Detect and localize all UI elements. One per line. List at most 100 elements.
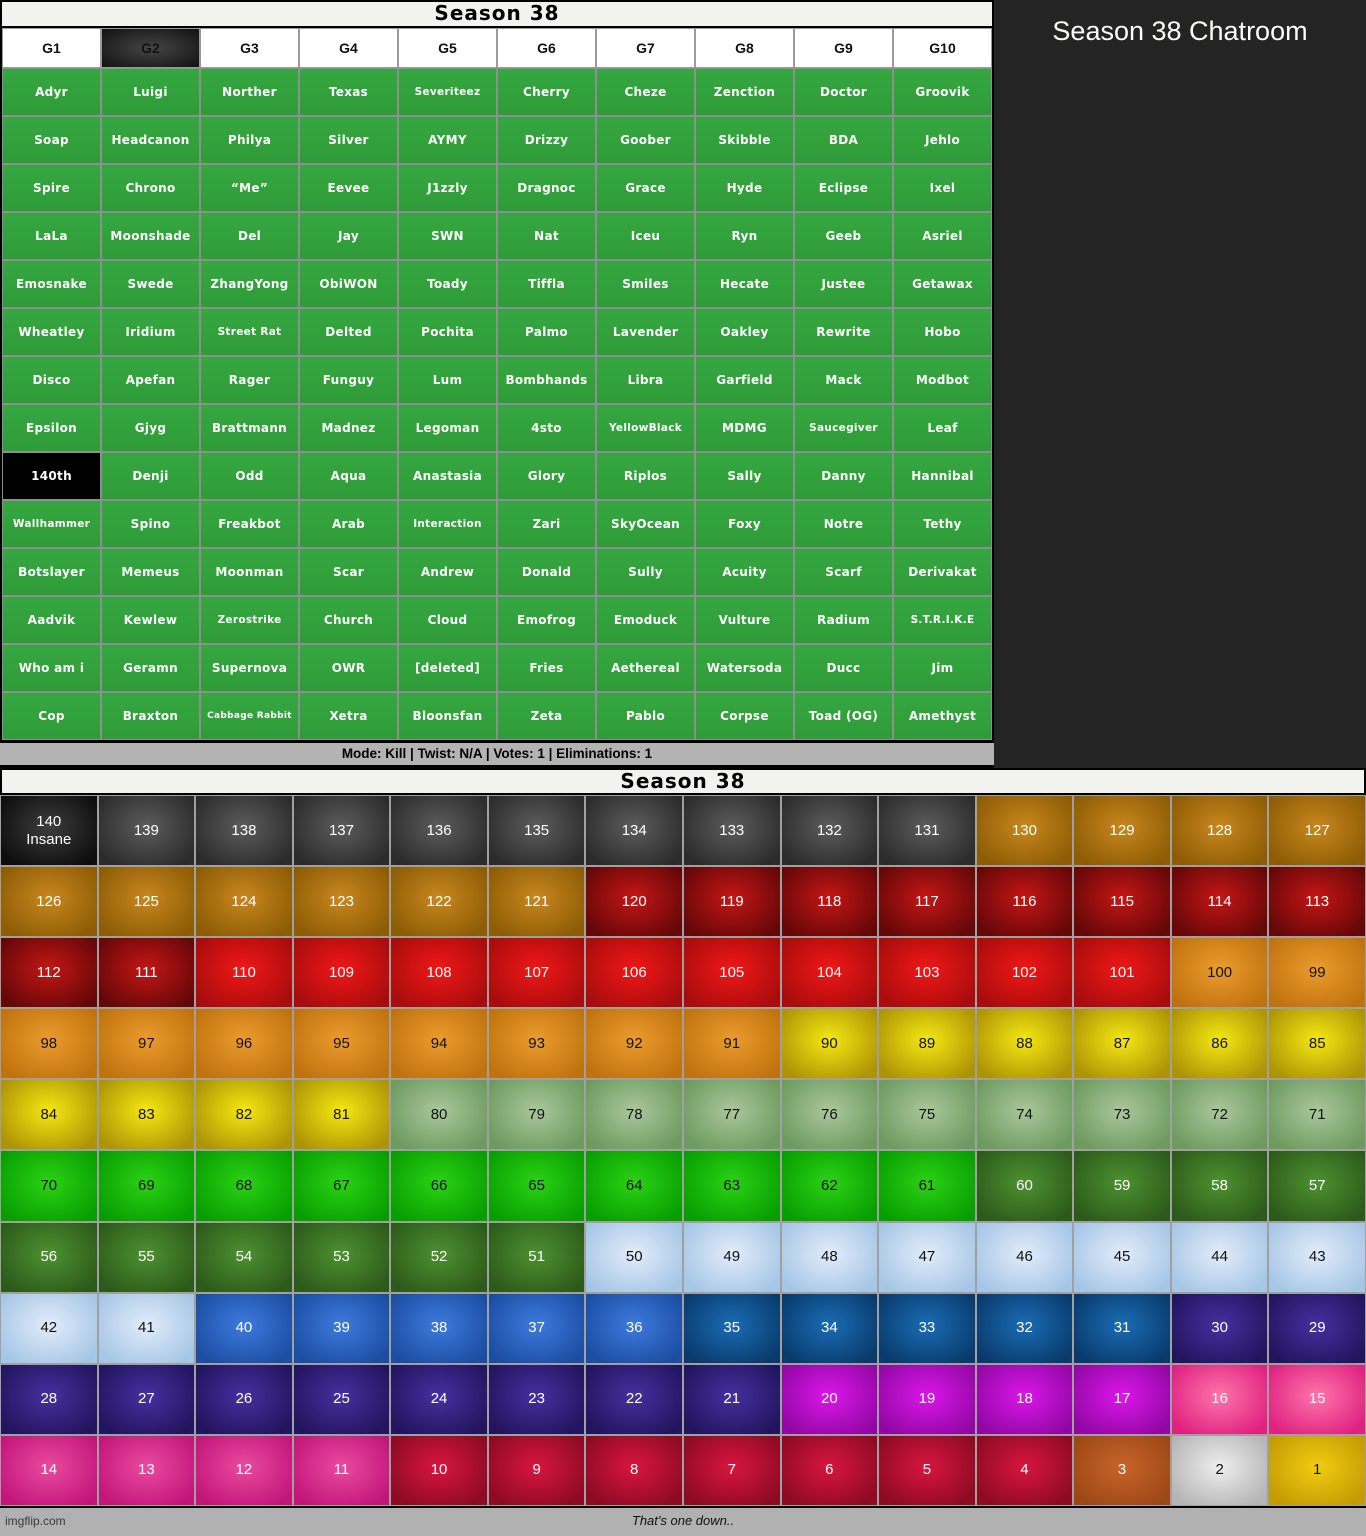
roster-cell: Lavender [596,308,695,356]
roster-cell: Spino [101,500,200,548]
roster-cell: Geramn [101,644,200,692]
ranking-cell: 48 [781,1222,879,1293]
roster-cell: SkyOcean [596,500,695,548]
roster-cell: Cloud [398,596,497,644]
ranking-cell: 52 [390,1222,488,1293]
roster-cell: Ixel [893,164,992,212]
roster-cell: Toad (OG) [794,692,893,740]
ranking-cell: 98 [0,1008,98,1079]
ranking-cell: 34 [781,1293,879,1364]
ranking-cell: 37 [488,1293,586,1364]
roster-cell: Getawax [893,260,992,308]
roster-cell: Zari [497,500,596,548]
ranking-cell: 124 [195,866,293,937]
roster-cell: J1zzly [398,164,497,212]
ranking-cell: 130 [976,795,1074,866]
ranking-cell: 86 [1171,1008,1269,1079]
roster-cell: Moonman [200,548,299,596]
roster-cell: Eclipse [794,164,893,212]
ranking-cell: 23 [488,1364,586,1435]
roster-cell: Chrono [101,164,200,212]
roster-cell: Tethy [893,500,992,548]
ranking-cell: 28 [0,1364,98,1435]
ranking-cell: 16 [1171,1364,1269,1435]
roster-cell: Donald [497,548,596,596]
roster-cell: Severiteez [398,68,497,116]
ranking-cell: 79 [488,1079,586,1150]
ranking-cell: 125 [98,866,196,937]
roster-cell: Sully [596,548,695,596]
ranking-cell: 11 [293,1435,391,1506]
roster-cell: Andrew [398,548,497,596]
ranking-cell: 40 [195,1293,293,1364]
ranking-cell: 44 [1171,1222,1269,1293]
roster-cell: MDMG [695,404,794,452]
roster-cell: Philya [200,116,299,164]
ranking-cell: 126 [0,866,98,937]
ranking-cell: 29 [1268,1293,1366,1364]
roster-cell: Texas [299,68,398,116]
roster-cell: Odd [200,452,299,500]
roster-cell: Gjyg [101,404,200,452]
roster-panel: Season 38 G1G2G3G4G5G6G7G8G9G10AdyrLuigi… [0,0,994,768]
ranking-cell: 87 [1073,1008,1171,1079]
ranking-cell: 107 [488,937,586,1008]
roster-cell: Supernova [200,644,299,692]
roster-cell: Iridium [101,308,200,356]
roster-cell: Pochita [398,308,497,356]
roster-cell: Kewlew [101,596,200,644]
roster-cell: Norther [200,68,299,116]
ranking-cell: 19 [878,1364,976,1435]
ranking-cell: 135 [488,795,586,866]
ranking-cell: 114 [1171,866,1269,937]
ranking-cell: 20 [781,1364,879,1435]
ranking-cell: 76 [781,1079,879,1150]
roster-cell: Ducc [794,644,893,692]
ranking-cell: 96 [195,1008,293,1079]
ranking-cell: 97 [98,1008,196,1079]
roster-cell: Spire [2,164,101,212]
roster-cell: Nat [497,212,596,260]
roster-cell: Del [200,212,299,260]
ranking-cell: 138 [195,795,293,866]
roster-cell: Garfield [695,356,794,404]
roster-cell: Smiles [596,260,695,308]
roster-cell: Anastasia [398,452,497,500]
roster-cell: Disco [2,356,101,404]
roster-cell: Toady [398,260,497,308]
roster-cell: BDA [794,116,893,164]
roster-cell: Cherry [497,68,596,116]
ranking-cell: 93 [488,1008,586,1079]
roster-cell: Saucegiver [794,404,893,452]
ranking-cell: 33 [878,1293,976,1364]
roster-cell: Geeb [794,212,893,260]
roster-cell: ObiWON [299,260,398,308]
ranking-cell: 102 [976,937,1074,1008]
ranking-cell: 12 [195,1435,293,1506]
roster-cell: Jehlo [893,116,992,164]
roster-cell: [deleted] [398,644,497,692]
ranking-cell: 83 [98,1079,196,1150]
ranking-cell: 7 [683,1435,781,1506]
roster-cell: Who am i [2,644,101,692]
roster-cell: Amethyst [893,692,992,740]
ranking-cell: 136 [390,795,488,866]
ranking-cell: 67 [293,1150,391,1221]
roster-cell: Zeta [497,692,596,740]
ranking-cell: 113 [1268,866,1366,937]
roster-cell: Jim [893,644,992,692]
ranking-cell: 18 [976,1364,1074,1435]
ranking-cell: 68 [195,1150,293,1221]
roster-cell: Bombhands [497,356,596,404]
footer-message: That's one down.. [0,1513,1366,1528]
ranking-cell: 36 [585,1293,683,1364]
roster-cell: Church [299,596,398,644]
group-header: G4 [299,28,398,68]
roster-cell: Funguy [299,356,398,404]
roster-cell: Corpse [695,692,794,740]
top-section: Season 38 G1G2G3G4G5G6G7G8G9G10AdyrLuigi… [0,0,1366,768]
ranking-cell: 91 [683,1008,781,1079]
roster-cell: Emoduck [596,596,695,644]
roster-cell: LaLa [2,212,101,260]
ranking-cell: 57 [1268,1150,1366,1221]
